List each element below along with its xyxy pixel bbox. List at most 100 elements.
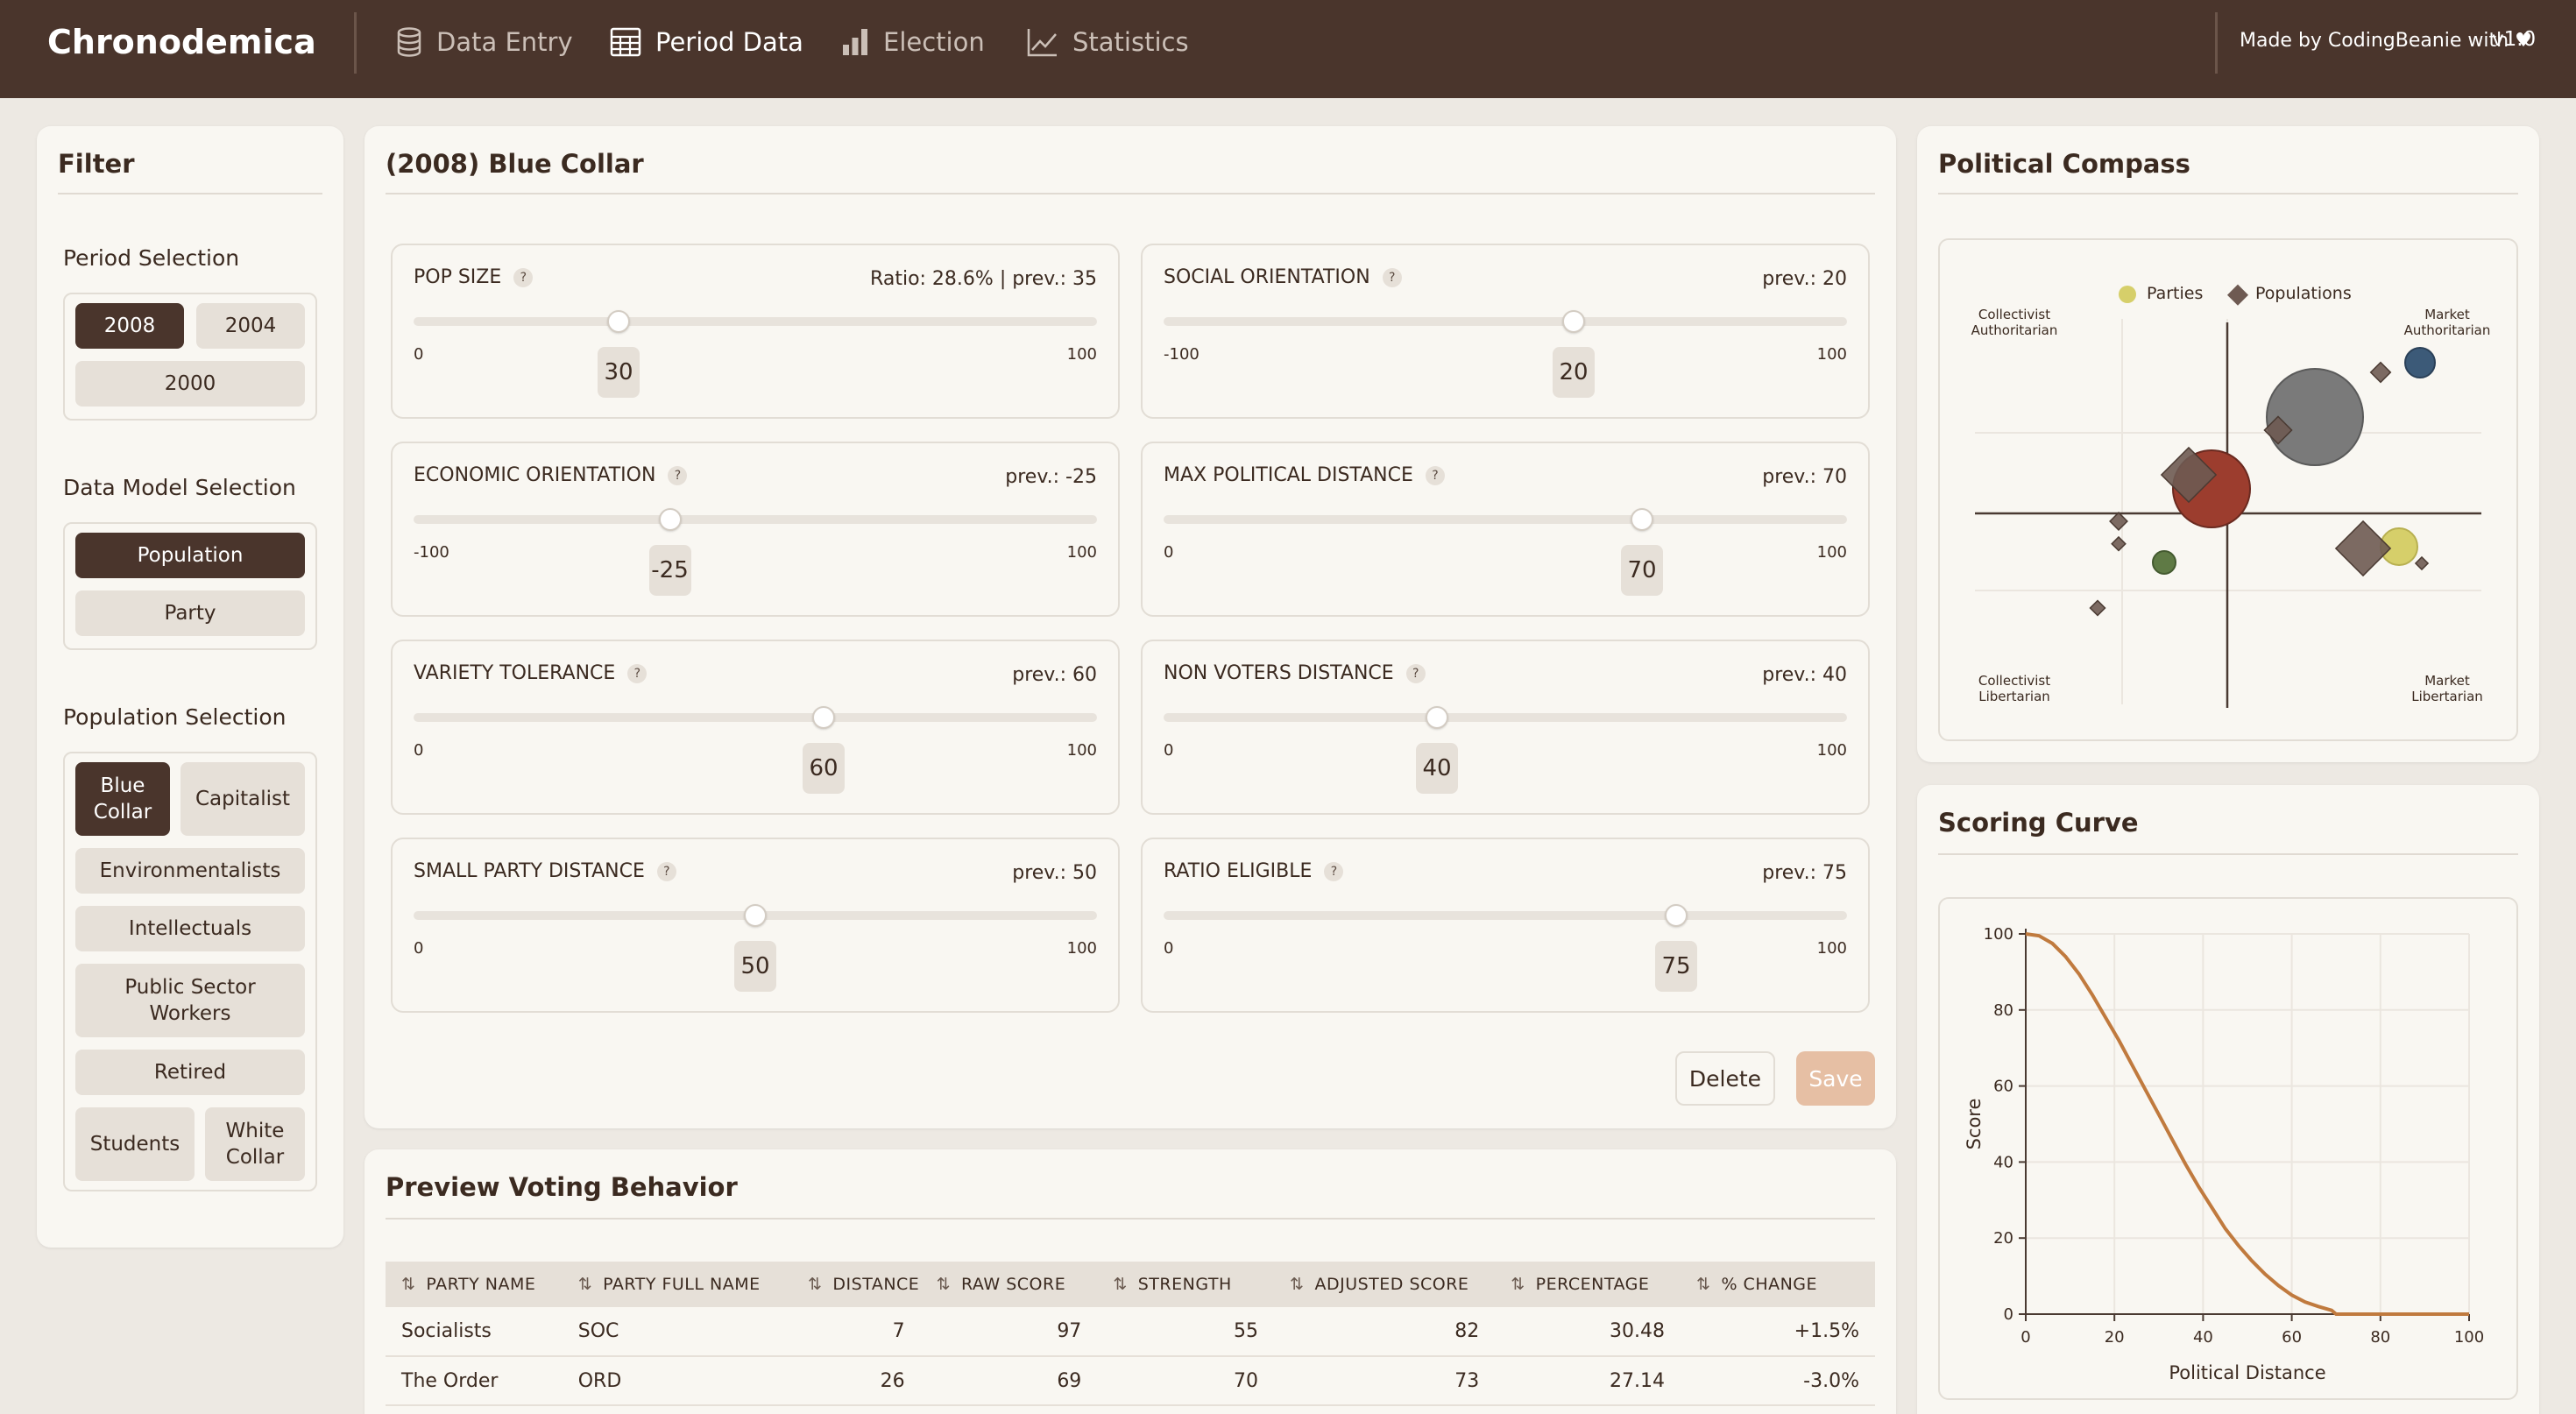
column-header[interactable]: ⇅ PERCENTAGE — [1495, 1262, 1681, 1307]
column-header[interactable]: ⇅ ADJUSTED SCORE — [1274, 1262, 1496, 1307]
party-bubble — [2152, 550, 2176, 575]
param-value-input[interactable]: 70 — [1621, 545, 1663, 596]
param-slider-thumb[interactable] — [1562, 310, 1585, 333]
column-header[interactable]: ⇅% CHANGE — [1681, 1262, 1875, 1307]
param-value-input[interactable]: 60 — [803, 743, 845, 794]
column-header[interactable]: ⇅ PARTY NAME — [386, 1262, 563, 1307]
param-slider-track[interactable] — [414, 317, 1097, 326]
nav-election[interactable]: Election — [841, 25, 985, 60]
table-cell: 7 — [791, 1307, 921, 1357]
help-icon[interactable]: ? — [668, 465, 688, 485]
help-icon[interactable]: ? — [1324, 861, 1344, 881]
delete-button[interactable]: Delete — [1675, 1051, 1775, 1106]
param-value-input[interactable]: 50 — [734, 941, 776, 992]
help-icon[interactable]: ? — [1382, 267, 1402, 287]
table-cell: SOC — [562, 1307, 792, 1357]
period-2000-button[interactable]: 2000 — [75, 361, 305, 407]
param-value-input[interactable]: 30 — [598, 347, 640, 398]
nav-period-data[interactable]: Period Data — [610, 25, 803, 60]
param-slider-thumb[interactable] — [607, 310, 630, 333]
population-white-collar-button[interactable]: White Collar — [205, 1107, 305, 1181]
param-slider-thumb[interactable] — [658, 508, 682, 531]
table-cell: 73 — [1274, 1356, 1496, 1406]
param-slider-thumb[interactable] — [1665, 904, 1688, 927]
nav-label: Period Data — [655, 27, 803, 57]
table-icon — [610, 27, 641, 57]
param-max-label: 100 — [1066, 939, 1097, 958]
filter-title: Filter — [58, 149, 135, 179]
column-header[interactable]: ⇅ PARTY FULL NAME — [562, 1262, 792, 1307]
nav-data-entry[interactable]: Data Entry — [396, 25, 573, 60]
help-icon[interactable]: ? — [1425, 465, 1445, 485]
political-compass-chart: Parties Populations Collectivist Authori… — [1938, 238, 2518, 741]
param-slider-track[interactable] — [1164, 515, 1847, 524]
param-slider-track[interactable] — [414, 713, 1097, 722]
param-card-ratio-eligible: RATIO ELIGIBLE? prev.: 75 0 100 75 — [1141, 838, 1870, 1013]
param-card-max-political-distance: MAX POLITICAL DISTANCE? prev.: 70 0 100 70 — [1141, 442, 1870, 617]
population-environmentalists-button[interactable]: Environmentalists — [75, 848, 305, 894]
quadrant-label-bottom-right: Market Libertarian — [2411, 673, 2483, 704]
param-card-social-orientation: SOCIAL ORIENTATION? prev.: 20 -100 100 20 — [1141, 244, 1870, 419]
divider — [1938, 193, 2518, 194]
column-header[interactable]: ⇅ RAW SCORE — [920, 1262, 1098, 1307]
x-tick-label: 0 — [2020, 1328, 2030, 1347]
help-icon[interactable]: ? — [656, 861, 676, 881]
divider — [2215, 12, 2218, 74]
param-slider-thumb[interactable] — [1426, 706, 1448, 729]
table-cell: 55 — [1097, 1307, 1275, 1357]
param-max-label: 100 — [1066, 543, 1097, 562]
period-2008-button[interactable]: 2008 — [75, 303, 184, 349]
param-previous-value: prev.: -25 — [1005, 466, 1097, 488]
population-public-sector-workers-button[interactable]: Public Sector Workers — [75, 964, 305, 1037]
param-slider-thumb[interactable] — [1631, 508, 1653, 531]
save-button[interactable]: Save — [1796, 1051, 1875, 1106]
legend-populations-label: Populations — [2255, 284, 2352, 303]
param-slider-thumb[interactable] — [812, 706, 835, 729]
param-value-input[interactable]: 20 — [1553, 347, 1595, 398]
legend-parties-marker — [2119, 286, 2136, 303]
table-cell: 69 — [920, 1356, 1098, 1406]
population-selector: Blue Collar Capitalist Environmentalists… — [63, 752, 317, 1191]
divider — [386, 1218, 1875, 1220]
population-retired-button[interactable]: Retired — [75, 1050, 305, 1095]
param-min-label: 0 — [414, 345, 424, 364]
preview-title: Preview Voting Behavior — [386, 1172, 738, 1202]
divider — [1938, 853, 2518, 855]
y-tick-label: 40 — [1993, 1153, 2013, 1171]
help-icon[interactable]: ? — [627, 663, 648, 683]
table-row[interactable]: Socialists SOC 7 97 55 82 30.48 +1.5% — [386, 1307, 1875, 1357]
population-capitalist-button[interactable]: Capitalist — [180, 762, 305, 836]
population-blue-collar-button[interactable]: Blue Collar — [75, 762, 170, 836]
divider — [386, 193, 1875, 194]
divider — [354, 12, 357, 74]
population-marker — [2369, 361, 2392, 384]
data-model-selection-label: Data Model Selection — [63, 475, 296, 500]
sort-icon: ⇅ — [577, 1275, 593, 1294]
nav-statistics[interactable]: Statistics — [1027, 25, 1189, 60]
population-intellectuals-button[interactable]: Intellectuals — [75, 906, 305, 951]
population-students-button[interactable]: Students — [75, 1107, 195, 1181]
param-slider-track[interactable] — [1164, 713, 1847, 722]
param-previous-value: prev.: 60 — [1012, 664, 1097, 686]
help-icon[interactable]: ? — [1405, 663, 1426, 683]
param-value-input[interactable]: -25 — [648, 545, 691, 596]
param-max-label: 100 — [1066, 345, 1097, 364]
param-slider-thumb[interactable] — [744, 904, 767, 927]
param-slider-track[interactable] — [1164, 317, 1847, 326]
param-value-input[interactable]: 75 — [1655, 941, 1697, 992]
top-bar: Chronodemica Data Entry Period Data Elec… — [0, 0, 2576, 98]
column-header[interactable]: ⇅ DISTANCE — [791, 1262, 921, 1307]
param-slider-track[interactable] — [414, 515, 1097, 524]
population-selection-label: Population Selection — [63, 704, 287, 730]
model-population-button[interactable]: Population — [75, 533, 305, 578]
table-row[interactable]: The Order ORD 26 69 70 73 27.14 -3.0% — [386, 1356, 1875, 1406]
x-axis-label: Political Distance — [2169, 1362, 2325, 1383]
param-slider-track[interactable] — [1164, 911, 1847, 920]
quadrant-label-bottom-left: Collectivist Libertarian — [1978, 673, 2051, 704]
column-header[interactable]: ⇅ STRENGTH — [1097, 1262, 1275, 1307]
param-previous-value: prev.: 75 — [1762, 862, 1847, 884]
help-icon[interactable]: ? — [513, 267, 534, 287]
period-2004-button[interactable]: 2004 — [196, 303, 305, 349]
model-party-button[interactable]: Party — [75, 590, 305, 636]
param-value-input[interactable]: 40 — [1416, 743, 1458, 794]
